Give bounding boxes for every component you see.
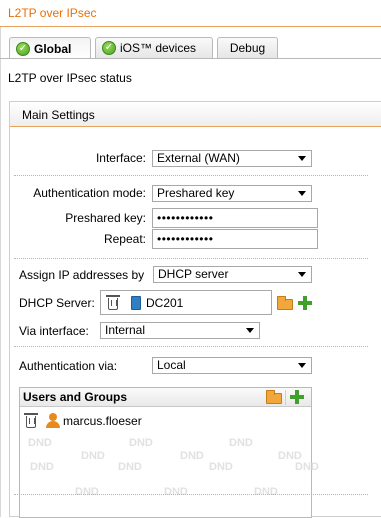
assign-ip-label: Assign IP addresses by [19, 268, 145, 282]
assign-ip-value: DHCP server [158, 267, 229, 281]
status-link[interactable]: L2TP over IPsec status [8, 71, 132, 85]
panel-title: Main Settings [22, 108, 95, 122]
page-title: L2TP over IPsec [8, 6, 97, 20]
via-interface-label: Via interface: [19, 324, 89, 338]
chevron-down-icon [298, 272, 306, 277]
dhcp-server-value: DC201 [146, 296, 184, 310]
server-icon [131, 296, 141, 310]
auth-mode-select[interactable]: Preshared key [152, 185, 312, 202]
via-interface-select[interactable]: Internal [100, 322, 260, 339]
repeat-key-value: •••••••••••• [157, 232, 214, 246]
left-border [0, 27, 1, 517]
dnd-watermark: DND [180, 450, 204, 462]
user-name: marcus.floeser [63, 414, 142, 428]
preshared-key-label: Preshared key: [65, 211, 146, 225]
tab-strip-line [0, 58, 381, 59]
tab-label: iOS™ devices [120, 41, 197, 55]
auth-mode-label: Authentication mode: [33, 186, 146, 200]
dnd-watermark: DND [30, 461, 54, 473]
tab-label: Global [34, 41, 72, 56]
trash-icon[interactable] [106, 295, 120, 310]
header-divider [285, 390, 286, 405]
list-item[interactable]: marcus.floeser [20, 411, 311, 431]
trash-icon[interactable] [24, 413, 38, 428]
folder-icon[interactable] [277, 296, 293, 310]
via-interface-value: Internal [105, 323, 146, 337]
user-icon-body [46, 421, 60, 428]
interface-label: Interface: [95, 151, 146, 165]
repeat-key-field[interactable]: •••••••••••• [152, 229, 318, 249]
title-divider [0, 26, 381, 27]
add-icon[interactable] [290, 390, 304, 404]
folder-icon[interactable] [266, 390, 282, 404]
add-icon[interactable] [298, 296, 312, 310]
dnd-watermark: DND [229, 437, 253, 449]
repeat-label: Repeat: [103, 232, 146, 246]
assign-ip-select[interactable]: DHCP server [153, 266, 312, 283]
section-divider [14, 258, 368, 259]
chevron-down-icon [298, 363, 306, 368]
auth-via-select[interactable]: Local [152, 357, 312, 374]
dnd-watermark: DND [129, 437, 153, 449]
dnd-watermark: DND [209, 461, 233, 473]
tab-label: Debug [229, 41, 266, 55]
auth-mode-value: Preshared key [157, 186, 235, 200]
check-circle-icon: ✓ [102, 41, 116, 55]
dnd-watermark: DND [295, 461, 319, 473]
tab-ios-devices[interactable]: ✓ iOS™ devices [95, 37, 213, 58]
dnd-watermark: DND [118, 461, 142, 473]
auth-via-value: Local [157, 358, 186, 372]
auth-via-label: Authentication via: [19, 359, 118, 373]
tab-debug[interactable]: Debug [217, 37, 278, 58]
chevron-down-icon [246, 328, 254, 333]
section-divider [14, 494, 368, 495]
preshared-key-value: •••••••••••• [157, 211, 214, 225]
dnd-watermark: DND [254, 486, 278, 498]
section-divider [14, 346, 368, 347]
tab-global[interactable]: ✓ Global [9, 37, 91, 59]
dhcp-server-label: DHCP Server: [19, 296, 95, 310]
interface-value: External (WAN) [157, 151, 240, 165]
dhcp-server-field[interactable]: DC201 [100, 290, 272, 315]
user-icon [49, 413, 57, 421]
check-circle-icon: ✓ [16, 41, 30, 56]
interface-select[interactable]: External (WAN) [152, 150, 312, 167]
section-divider [14, 175, 368, 176]
panel-header-divider [10, 126, 381, 127]
dnd-watermark: DND [75, 486, 99, 498]
preshared-key-field[interactable]: •••••••••••• [152, 208, 318, 228]
chevron-down-icon [298, 191, 306, 196]
panel-header: Main Settings [9, 101, 381, 127]
dnd-watermark: DND [81, 450, 105, 462]
users-groups-title: Users and Groups [23, 390, 128, 404]
chevron-down-icon [298, 156, 306, 161]
dnd-watermark: DND [164, 486, 188, 498]
dnd-watermark: DND [28, 437, 52, 449]
